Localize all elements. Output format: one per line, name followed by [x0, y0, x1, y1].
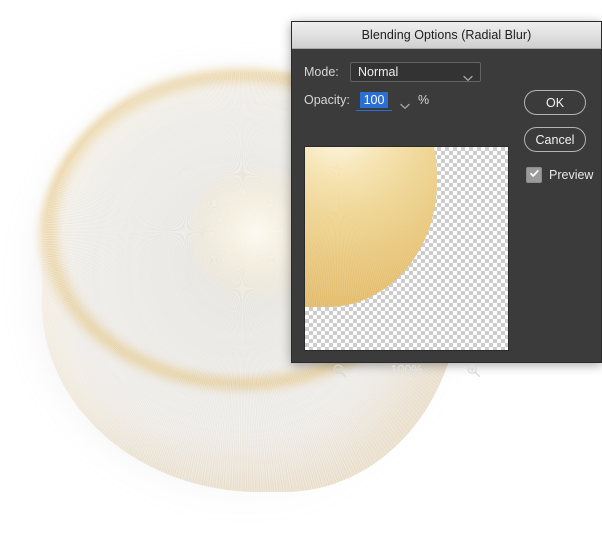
opacity-focus-underline — [356, 110, 392, 111]
mode-selected-value: Normal — [358, 65, 399, 79]
opacity-row: Opacity: 100 % — [304, 91, 430, 111]
mode-select[interactable]: Normal — [350, 62, 481, 82]
ok-button[interactable]: OK — [524, 90, 586, 115]
opacity-label: Opacity: — [304, 92, 350, 107]
chevron-down-icon — [463, 69, 473, 81]
opacity-input[interactable]: 100 — [356, 91, 392, 111]
preview-checkbox-row[interactable]: Preview — [526, 167, 593, 183]
zoom-in-magnifier-icon[interactable] — [466, 363, 481, 378]
preview-thumbnail[interactable] — [304, 146, 509, 351]
dialog-titlebar[interactable]: Blending Options (Radial Blur) — [292, 22, 601, 49]
opacity-stepper-chevron-down-icon[interactable] — [400, 97, 410, 109]
blending-options-dialog: Blending Options (Radial Blur) Mode: Nor… — [291, 21, 602, 377]
zoom-level: 100% — [390, 363, 423, 377]
mode-label: Mode: — [304, 65, 339, 79]
checkmark-icon — [529, 166, 540, 184]
zoom-controls: 100% — [304, 359, 509, 381]
preview-label: Preview — [549, 168, 594, 182]
zoom-out-magnifier-icon[interactable] — [332, 363, 347, 378]
cancel-button[interactable]: Cancel — [524, 127, 586, 152]
thumbnail-blob-streaks — [305, 147, 437, 307]
mode-row: Mode: Normal — [304, 62, 481, 82]
opacity-unit: % — [418, 92, 430, 107]
opacity-value: 100 — [359, 91, 389, 108]
preview-checkbox[interactable] — [526, 167, 542, 183]
dialog-title: Blending Options (Radial Blur) — [361, 28, 532, 42]
dialog-body: Mode: Normal Opacity: 100 % OK Cancel Pr… — [292, 49, 601, 377]
